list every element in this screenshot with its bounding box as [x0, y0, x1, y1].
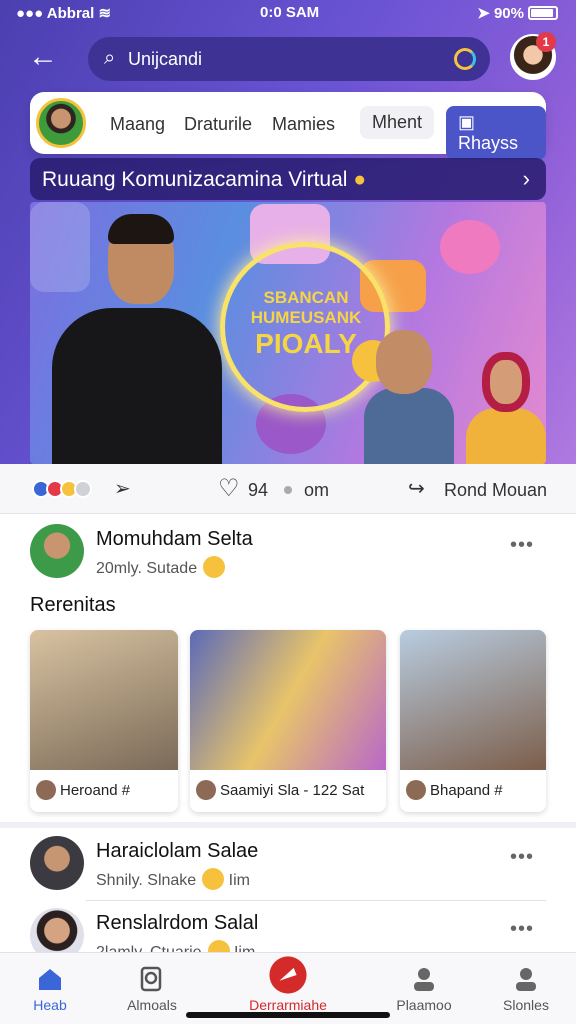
media-thumbnail: [30, 630, 178, 770]
avatar[interactable]: [30, 836, 84, 890]
comment-meta: Shnily. Slnake Iim: [96, 868, 250, 890]
tab-bar: Maang Draturile Mamies Mhent ▣ Rhayss: [30, 92, 546, 160]
more-options-icon[interactable]: •••: [510, 918, 534, 941]
clock: 0:0 SAM: [260, 4, 320, 21]
profile-icon: [414, 968, 434, 991]
status-bar: ●●● Abbral ≋ 0:0 SAM ➤ 90%: [0, 0, 576, 26]
media-caption: Bhapand #: [430, 782, 503, 799]
tab-maang[interactable]: Maang: [110, 114, 165, 135]
send-icon[interactable]: ➢: [114, 476, 131, 501]
media-caption: Heroand #: [60, 782, 131, 799]
notification-badge: 1: [536, 32, 556, 52]
post-meta: 20mly. Sutade: [96, 556, 226, 578]
emoji-icon: [203, 556, 226, 578]
battery-icon: [528, 6, 558, 20]
reaction-dots[interactable]: [32, 480, 92, 503]
more-options-icon[interactable]: •••: [510, 534, 534, 557]
home-indicator: [186, 1012, 390, 1018]
media-caption: Saamiyi Sla - 122 Sat: [220, 782, 365, 799]
share-label[interactable]: Rond Mouan: [444, 480, 547, 501]
media-card[interactable]: Saamiyi Sla - 122 Sat: [190, 630, 386, 812]
battery-indicator: ➤ 90%: [477, 4, 558, 22]
nav-home[interactable]: Heab: [0, 953, 100, 1024]
comment-author[interactable]: Renslalrdom Salal: [96, 912, 258, 935]
avatar: [36, 780, 56, 800]
avatar: [406, 780, 426, 800]
heart-icon[interactable]: ♡: [218, 474, 240, 503]
comment-author[interactable]: Haraiclolam Salae: [96, 840, 258, 863]
friends-group: [364, 330, 546, 464]
flag-icon: [269, 956, 307, 994]
comment-count: om: [304, 480, 330, 500]
media-card[interactable]: Heroand #: [30, 630, 178, 812]
tab-mamies[interactable]: Mamies: [272, 114, 335, 135]
search-document-icon: [140, 966, 162, 992]
back-arrow-icon[interactable]: ←: [28, 40, 64, 76]
user-avatar[interactable]: [36, 98, 86, 148]
hero-image[interactable]: SBANCAN HUMEUSANK PIOALY: [30, 202, 546, 464]
action-bar: ➢ ♡ 94 om ↪ Rond Mouan: [0, 464, 576, 514]
search-bar[interactable]: ⌕ Unijcandi: [88, 37, 490, 81]
search-input[interactable]: Unijcandi: [128, 49, 202, 70]
user-icon: [516, 968, 536, 991]
carrier-label: ●●● Abbral ≋: [16, 5, 112, 22]
share-icon[interactable]: ↪: [408, 476, 425, 501]
lens-icon[interactable]: [454, 48, 476, 70]
nav-slonles[interactable]: Slonles: [476, 953, 576, 1024]
man-with-phone: [52, 212, 222, 464]
media-card[interactable]: Bhapand #: [400, 630, 546, 812]
media-thumbnail: [400, 630, 546, 770]
comment-list: Haraiclolam Salae Shnily. Slnake Iim •••…: [0, 822, 576, 962]
avatar: [196, 780, 216, 800]
post-author[interactable]: Momuhdam Selta: [96, 528, 253, 551]
post-card: Momuhdam Selta 20mly. Sutade ••• Rerenit…: [0, 516, 576, 816]
separator-dot: [284, 486, 292, 494]
divider: [86, 900, 546, 901]
chevron-right-icon[interactable]: ›: [523, 166, 530, 192]
like-count: 94: [248, 480, 269, 500]
heart-icon: [440, 220, 500, 274]
media-row: Heroand # Saamiyi Sla - 122 Sat Bhapand …: [30, 630, 546, 814]
tab-rhayss[interactable]: ▣ Rhayss: [446, 106, 546, 160]
search-icon: ⌕: [104, 47, 116, 69]
home-icon: [39, 969, 61, 990]
community-banner-title[interactable]: Ruuang Komunizacamina Virtual ● ›: [30, 158, 546, 200]
section-title: Rerenitas: [30, 594, 116, 616]
feed: ➢ ♡ 94 om ↪ Rond Mouan Momuhdam Selta 20…: [0, 464, 576, 1024]
more-options-icon[interactable]: •••: [510, 846, 534, 869]
emoji-icon: [202, 868, 225, 890]
tab-draturile[interactable]: Draturile: [184, 114, 252, 135]
banner-title-text: Ruuang Komunizacamina Virtual ●: [42, 168, 366, 191]
avatar[interactable]: [30, 524, 84, 578]
media-thumbnail: [190, 630, 386, 770]
tab-mhent[interactable]: Mhent: [360, 106, 435, 139]
